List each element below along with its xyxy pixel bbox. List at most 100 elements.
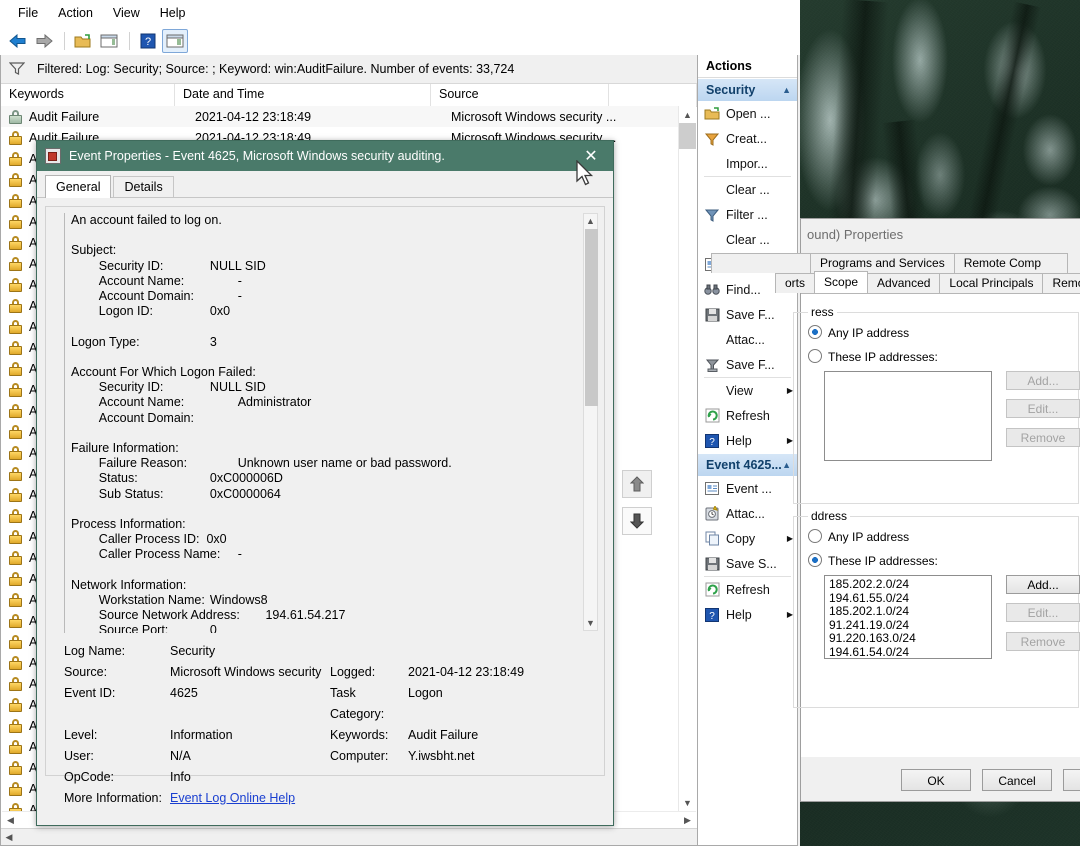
tab-details[interactable]: Details	[113, 176, 174, 197]
event-log-online-help-link[interactable]: Event Log Online Help	[170, 788, 295, 809]
tab-advanced[interactable]: Advanced	[867, 273, 941, 293]
scrollbar-thumb[interactable]	[679, 123, 696, 149]
back-arrow-icon[interactable]	[6, 30, 30, 52]
svg-text:?: ?	[709, 611, 715, 622]
actions-group-header-event[interactable]: Event 4625... ▲	[698, 453, 797, 476]
audit-failure-lock-icon	[9, 277, 22, 292]
action-item-creat[interactable]: Creat...	[698, 126, 797, 151]
local-ip-listbox[interactable]	[824, 371, 992, 461]
scroll-up-icon[interactable]: ▲	[679, 106, 696, 123]
remote-these-ip-radio[interactable]: These IP addresses:	[808, 553, 938, 568]
action-item-filter[interactable]: Filter ...	[698, 202, 797, 227]
action-item-label: Find...	[726, 282, 761, 297]
menu-help[interactable]: Help	[150, 3, 196, 23]
show-pane-icon[interactable]	[97, 30, 121, 52]
filter-bar[interactable]: Filtered: Log: Security; Source: ; Keywo…	[1, 55, 697, 84]
remote-these-ip-label: These IP addresses:	[828, 554, 938, 568]
tab-protocols-and-ports[interactable]: orts	[775, 273, 816, 293]
more-information-label: More Information:	[64, 791, 162, 805]
log-name-label: Log Name:	[64, 644, 126, 658]
column-header-keywords[interactable]: Keywords	[1, 84, 175, 106]
scroll-right-icon[interactable]: ▶	[679, 812, 696, 829]
remote-edit-button[interactable]: Edit...	[1006, 603, 1080, 622]
column-header-source[interactable]: Source	[431, 84, 609, 106]
previous-event-button[interactable]	[622, 470, 652, 498]
action-item-save-s[interactable]: Save S...	[698, 551, 797, 576]
help-icon[interactable]: ?	[136, 30, 160, 52]
remote-remove-button[interactable]: Remove	[1006, 632, 1080, 651]
cancel-button[interactable]: Cancel	[982, 769, 1052, 791]
scroll-left-icon[interactable]: ◀	[1, 829, 17, 845]
tab-remote-computers[interactable]: Remote Comp	[953, 253, 1068, 273]
menu-action[interactable]: Action	[48, 3, 103, 23]
column-header-extra[interactable]	[609, 84, 697, 106]
scroll-down-icon[interactable]: ▼	[584, 616, 597, 630]
audit-failure-lock-icon	[9, 718, 22, 733]
audit-failure-lock-icon	[9, 613, 22, 628]
apply-button[interactable]	[1063, 769, 1080, 791]
event-list-scrollbar-vertical[interactable]: ▲ ▼	[678, 106, 696, 811]
copy-icon	[702, 530, 722, 548]
scroll-up-icon[interactable]: ▲	[584, 214, 597, 228]
no-icon	[702, 231, 722, 249]
action-item-open[interactable]: Open ...	[698, 101, 797, 126]
action-item-impor[interactable]: Impor...	[698, 151, 797, 176]
event-description-scrollbar[interactable]: ▲ ▼	[583, 213, 598, 631]
window-scrollbar-horizontal[interactable]: ◀	[1, 828, 697, 845]
event-description-box[interactable]: An account failed to log on. Subject: Se…	[64, 213, 576, 633]
tab-remote-users[interactable]: Remo	[1042, 273, 1080, 293]
table-row[interactable]: Audit Failure 2021-04-12 23:18:49 Micros…	[1, 106, 679, 127]
next-event-button[interactable]	[622, 507, 652, 535]
menu-view[interactable]: View	[103, 3, 150, 23]
action-item-view[interactable]: View ▶	[698, 378, 797, 403]
ip-address-entry[interactable]: 194.61.54.0/24	[829, 645, 987, 660]
remote-add-button[interactable]: Add...	[1006, 575, 1080, 594]
action-item-clear[interactable]: Clear ...	[698, 227, 797, 252]
remote-any-ip-radio[interactable]: Any IP address	[808, 529, 909, 544]
show-action-pane-icon[interactable]	[162, 29, 188, 53]
open-folder-icon[interactable]	[71, 30, 95, 52]
tab-scope[interactable]: Scope	[814, 271, 869, 293]
scrollbar-thumb[interactable]	[585, 229, 598, 406]
chevron-up-icon[interactable]: ▲	[782, 85, 791, 95]
ok-button[interactable]: OK	[901, 769, 971, 791]
action-item-label: Refresh	[726, 582, 770, 597]
ip-address-entry[interactable]: 91.220.163.0/24	[829, 631, 987, 646]
opcode-label: OpCode:	[64, 770, 115, 784]
ip-address-entry[interactable]: 185.202.2.0/24	[829, 577, 987, 592]
local-any-ip-radio[interactable]: Any IP address	[808, 325, 909, 340]
chevron-up-icon[interactable]: ▲	[782, 460, 791, 470]
audit-failure-lock-icon	[9, 172, 22, 187]
action-item-label: Event ...	[726, 481, 772, 496]
action-item-refresh[interactable]: Refresh	[698, 577, 797, 602]
source-label: Source:	[64, 665, 108, 679]
scroll-left-icon[interactable]: ◀	[2, 812, 19, 829]
ip-address-entry[interactable]: 91.241.19.0/24	[829, 618, 987, 633]
local-edit-button[interactable]: Edit...	[1006, 399, 1080, 418]
event-dialog-title-bar[interactable]: Event Properties - Event 4625, Microsoft…	[37, 141, 613, 171]
action-item-copy[interactable]: Copy ▶	[698, 526, 797, 551]
tab-programs-and-services[interactable]: Programs and Services	[810, 253, 955, 273]
action-item-refresh[interactable]: Refresh	[698, 403, 797, 428]
menu-file[interactable]: File	[8, 3, 48, 23]
action-item-help[interactable]: ? Help ▶	[698, 602, 797, 627]
action-item-save-f[interactable]: Save F...	[698, 302, 797, 327]
scroll-down-icon[interactable]: ▼	[679, 794, 696, 811]
ip-address-entry[interactable]: 194.61.55.0/24	[829, 591, 987, 606]
local-add-button[interactable]: Add...	[1006, 371, 1080, 390]
ip-address-entry[interactable]: 185.202.1.0/24	[829, 604, 987, 619]
action-item-event[interactable]: Event ...	[698, 476, 797, 501]
action-item-clear[interactable]: Clear ...	[698, 177, 797, 202]
tab-general[interactable]: General	[45, 175, 112, 198]
remote-ip-listbox[interactable]: 185.202.2.0/24 194.61.55.0/24 185.202.1.0/…	[824, 575, 992, 659]
column-header-datetime[interactable]: Date and Time	[175, 84, 431, 106]
forward-arrow-icon[interactable]	[32, 30, 56, 52]
local-remove-button[interactable]: Remove	[1006, 428, 1080, 447]
actions-group-header-security[interactable]: Security ▲	[698, 78, 797, 101]
action-item-save-f[interactable]: Save F...	[698, 352, 797, 377]
tab-local-principals[interactable]: Local Principals	[939, 273, 1044, 293]
local-these-ip-radio[interactable]: These IP addresses:	[808, 349, 938, 364]
action-item-attac[interactable]: Attac...	[698, 327, 797, 352]
action-item-attac[interactable]: Attac...	[698, 501, 797, 526]
action-item-help[interactable]: ? Help ▶	[698, 428, 797, 453]
